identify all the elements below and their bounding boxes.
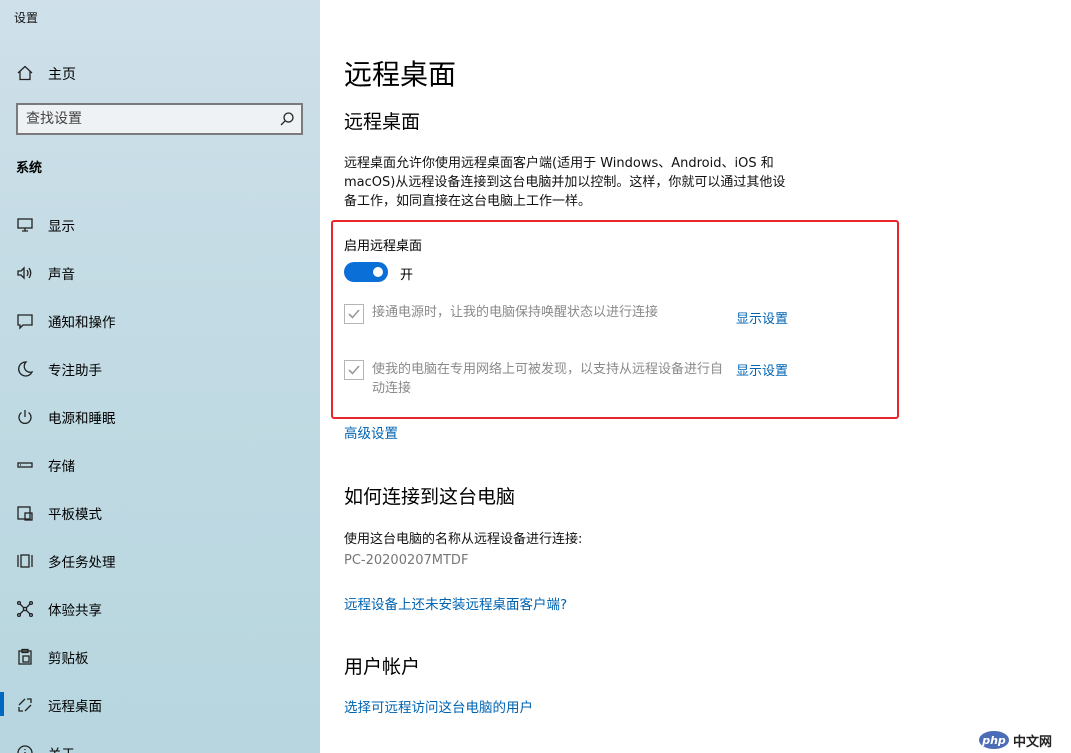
sidebar-item-label: 专注助手 [48, 363, 102, 379]
multitask-icon [17, 554, 33, 568]
info-icon [17, 745, 33, 753]
user-accounts-title: 用户帐户 [344, 656, 421, 678]
sidebar-item-label: 显示 [48, 219, 75, 235]
sidebar-item-clipboard[interactable]: 剪贴板 [0, 632, 320, 680]
power-icon [18, 410, 32, 424]
keep-awake-checkbox[interactable] [344, 304, 364, 324]
sidebar-item-label: 存储 [48, 459, 75, 475]
enable-remote-desktop-label: 启用远程桌面 [344, 239, 423, 254]
sidebar-item-label: 声音 [48, 267, 75, 283]
watermark: php 中文网 [979, 729, 1067, 751]
message-icon [17, 314, 33, 330]
main-content: 远程桌面 远程桌面 远程桌面允许你使用远程桌面客户端(适用于 Windows、A… [320, 0, 1071, 753]
keep-awake-text: 接通电源时，让我的电脑保持唤醒状态以进行连接 [372, 305, 659, 320]
search-icon[interactable] [279, 111, 295, 127]
watermark-text: 中文网 [1013, 734, 1053, 750]
advanced-settings-link[interactable]: 高级设置 [344, 422, 398, 442]
sidebar-item-focus-assist[interactable]: 专注助手 [0, 344, 320, 392]
share-icon [16, 600, 34, 618]
sidebar-section-title: 系统 [16, 161, 43, 176]
window-title: 设置 [14, 11, 39, 25]
sidebar-item-storage[interactable]: 存储 [0, 440, 320, 488]
sidebar-item-label: 平板模式 [48, 507, 102, 523]
how-to-connect-desc: 使用这台电脑的名称从远程设备进行连接: [344, 532, 583, 547]
discoverable-text: 使我的电脑在专用网络上可被发现，以支持从远程设备进行自动连接 [372, 362, 724, 396]
home-icon [17, 65, 33, 81]
sidebar-item-home[interactable]: 主页 [0, 56, 320, 90]
sidebar-item-display[interactable]: 显示 [0, 200, 320, 248]
sidebar-item-label: 通知和操作 [48, 315, 116, 331]
no-client-link[interactable]: 远程设备上还未安装远程桌面客户端? [344, 593, 567, 613]
storage-icon [17, 462, 33, 468]
toggle-state-label: 开 [400, 268, 414, 283]
section-title-remote-desktop: 远程桌面 [344, 111, 421, 133]
monitor-icon [17, 218, 33, 232]
sidebar-item-label: 主页 [48, 67, 76, 83]
discoverable-checkbox[interactable] [344, 360, 364, 380]
remote-icon [18, 698, 32, 712]
enable-remote-desktop-toggle[interactable] [344, 262, 388, 282]
sidebar-item-tablet-mode[interactable]: 平板模式 [0, 488, 320, 536]
select-users-link[interactable]: 选择可远程访问这台电脑的用户 [344, 696, 533, 716]
sidebar-item-sound[interactable]: 声音 [0, 248, 320, 296]
sidebar-item-label: 剪贴板 [48, 651, 89, 667]
sidebar-item-multitasking[interactable]: 多任务处理 [0, 536, 320, 584]
sidebar-item-label: 远程桌面 [48, 699, 102, 715]
sidebar: 设置 主页 系统 显示 声音 通知和操作 [0, 0, 320, 753]
checkmark-icon [348, 309, 360, 319]
search-input[interactable] [26, 109, 276, 129]
show-settings-link-2[interactable]: 显示设置 [736, 360, 788, 379]
search-box[interactable] [16, 103, 303, 135]
sidebar-item-notifications[interactable]: 通知和操作 [0, 296, 320, 344]
sidebar-nav: 显示 声音 通知和操作 专注助手 电源和睡眠 存储 平板模式 多任务处理 体验共… [0, 200, 320, 753]
sidebar-item-shared-experiences[interactable]: 体验共享 [0, 584, 320, 632]
sidebar-item-label: 关于 [48, 743, 75, 753]
tablet-icon [17, 506, 33, 521]
clipboard-icon [18, 648, 32, 665]
moon-icon [18, 361, 34, 377]
pc-name: PC-20200207MTDF [344, 553, 469, 568]
sidebar-item-remote-desktop[interactable]: 远程桌面 [0, 680, 320, 728]
speaker-icon [17, 266, 32, 280]
show-settings-link-1[interactable]: 显示设置 [736, 308, 788, 327]
sidebar-item-label: 多任务处理 [48, 555, 116, 571]
sidebar-item-about[interactable]: 关于 [0, 728, 320, 753]
how-to-connect-title: 如何连接到这台电脑 [344, 486, 516, 508]
sidebar-item-label: 电源和睡眠 [48, 411, 116, 427]
watermark-logo: php [979, 731, 1009, 749]
description: 远程桌面允许你使用远程桌面客户端(适用于 Windows、Android、iOS… [344, 156, 786, 209]
page-title: 远程桌面 [344, 58, 457, 91]
sidebar-item-label: 体验共享 [48, 603, 102, 619]
sidebar-item-power-sleep[interactable]: 电源和睡眠 [0, 392, 320, 440]
checkmark-icon [348, 365, 360, 375]
toggle-knob [373, 267, 383, 277]
